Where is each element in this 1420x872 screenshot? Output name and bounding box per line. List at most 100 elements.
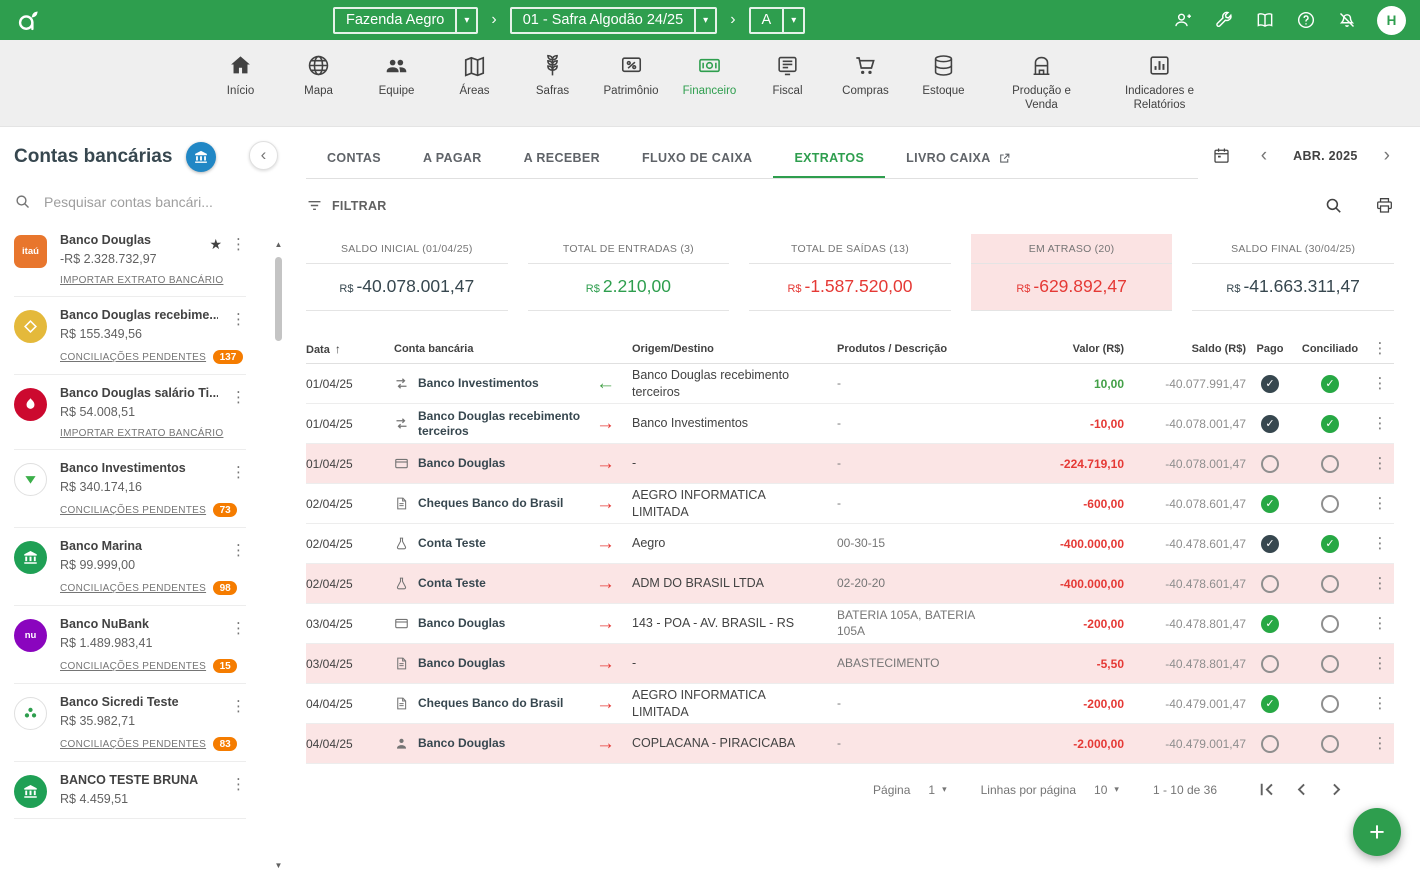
tab-fluxo-de-caixa[interactable]: FLUXO DE CAIXA xyxy=(621,140,773,178)
scroll-up-icon[interactable]: ▲ xyxy=(275,241,283,249)
account-action-link[interactable]: CONCILIAÇÕES PENDENTES83 xyxy=(60,737,218,751)
nav-item-fiscal[interactable]: Fiscal xyxy=(760,53,814,126)
nav-item-patrimonio[interactable]: Patrimônio xyxy=(604,53,659,126)
account-list-item[interactable]: BANCO TESTE BRUNAR$ 4.459,51⋮ xyxy=(14,762,246,819)
paid-checkbox[interactable]: ✓ xyxy=(1261,695,1279,713)
prev-month-icon[interactable]: ‹ xyxy=(1257,146,1271,165)
transaction-row[interactable]: 04/04/25Banco Douglas→COPLACANA - PIRACI… xyxy=(306,724,1394,764)
account-list-item[interactable]: Banco MarinaR$ 99.999,00CONCILIAÇÕES PEN… xyxy=(14,528,246,606)
tab-extratos[interactable]: EXTRATOS xyxy=(773,140,885,178)
nav-item-estoque[interactable]: Estoque xyxy=(916,53,970,126)
header-menu-icon[interactable]: ⋮ xyxy=(1373,340,1388,357)
reconciled-checkbox[interactable] xyxy=(1321,655,1339,673)
tab-contas[interactable]: CONTAS xyxy=(306,140,402,178)
account-menu-icon[interactable]: ⋮ xyxy=(231,698,246,716)
paid-checkbox[interactable] xyxy=(1261,655,1279,673)
wrench-icon[interactable] xyxy=(1214,10,1234,30)
row-menu-icon[interactable]: ⋮ xyxy=(1373,615,1388,632)
row-menu-icon[interactable]: ⋮ xyxy=(1373,415,1388,432)
col-conciliado[interactable]: Conciliado xyxy=(1294,343,1366,355)
rows-per-page-select[interactable]: 10▾ xyxy=(1094,783,1119,797)
reconciled-checkbox[interactable] xyxy=(1321,495,1339,513)
row-menu-icon[interactable]: ⋮ xyxy=(1373,455,1388,472)
col-saldo[interactable]: Saldo (R$) xyxy=(1124,343,1246,355)
transaction-row[interactable]: 02/04/25Cheques Banco do Brasil→AEGRO IN… xyxy=(306,484,1394,524)
field-selector[interactable]: A ▾ xyxy=(749,7,806,34)
row-menu-icon[interactable]: ⋮ xyxy=(1373,575,1388,592)
transaction-row[interactable]: 02/04/25Conta Teste→Aegro00-30-15-400.00… xyxy=(306,524,1394,564)
notifications-off-icon[interactable] xyxy=(1337,10,1357,30)
account-menu-icon[interactable]: ⋮ xyxy=(231,464,246,482)
transaction-row[interactable]: 02/04/25Conta Teste→ADM DO BRASIL LTDA02… xyxy=(306,564,1394,604)
account-action-link[interactable]: CONCILIAÇÕES PENDENTES98 xyxy=(60,581,218,595)
account-menu-icon[interactable]: ⋮ xyxy=(231,620,246,638)
reconciled-checkbox[interactable] xyxy=(1321,575,1339,593)
account-menu-icon[interactable]: ⋮ xyxy=(231,542,246,560)
scroll-down-icon[interactable]: ▼ xyxy=(275,862,283,870)
filter-button[interactable]: FILTRAR xyxy=(306,197,387,214)
col-valor[interactable]: Valor (R$) xyxy=(1012,343,1124,355)
reconciled-checkbox[interactable]: ✓ xyxy=(1321,375,1339,393)
account-action-link[interactable]: IMPORTAR EXTRATO BANCÁRIO xyxy=(60,275,196,286)
reconciled-checkbox[interactable] xyxy=(1321,615,1339,633)
row-menu-icon[interactable]: ⋮ xyxy=(1373,535,1388,552)
col-data[interactable]: Data↑ xyxy=(306,342,394,356)
paid-checkbox[interactable]: ✓ xyxy=(1261,375,1279,393)
chevron-down-icon[interactable]: ▾ xyxy=(455,9,476,32)
row-menu-icon[interactable]: ⋮ xyxy=(1373,375,1388,392)
transaction-row[interactable]: 03/04/25Banco Douglas→143 - POA - AV. BR… xyxy=(306,604,1394,644)
row-menu-icon[interactable]: ⋮ xyxy=(1373,735,1388,752)
row-menu-icon[interactable]: ⋮ xyxy=(1373,655,1388,672)
tab-livro-caixa[interactable]: LIVRO CAIXA xyxy=(885,140,1031,178)
col-origem-destino[interactable]: Origem/Destino xyxy=(632,343,837,355)
paid-checkbox[interactable] xyxy=(1261,735,1279,753)
print-icon[interactable] xyxy=(1375,196,1394,215)
sidebar-scrollbar[interactable]: ▲ ▼ xyxy=(272,241,285,870)
account-list-item[interactable]: nuBanco NuBankR$ 1.489.983,41CONCILIAÇÕE… xyxy=(14,606,246,684)
paid-checkbox[interactable]: ✓ xyxy=(1261,615,1279,633)
add-bank-account-button[interactable] xyxy=(186,142,216,172)
transaction-row[interactable]: 04/04/25Cheques Banco do Brasil→AEGRO IN… xyxy=(306,684,1394,724)
account-menu-icon[interactable]: ⋮ xyxy=(231,389,246,407)
nav-item-producao-e-venda[interactable]: Produção e Venda xyxy=(994,53,1088,126)
paid-checkbox[interactable]: ✓ xyxy=(1261,535,1279,553)
account-menu-icon[interactable]: ⋮ xyxy=(231,236,246,254)
support-icon[interactable] xyxy=(1173,10,1193,30)
col-conta-bancaria[interactable]: Conta bancária xyxy=(394,343,594,355)
reconciled-checkbox[interactable] xyxy=(1321,455,1339,473)
calendar-icon[interactable] xyxy=(1212,146,1231,165)
user-avatar[interactable]: H xyxy=(1377,6,1406,35)
tab-a-pagar[interactable]: A PAGAR xyxy=(402,140,503,178)
help-icon[interactable] xyxy=(1296,10,1316,30)
account-action-link[interactable]: CONCILIAÇÕES PENDENTES15 xyxy=(60,659,218,673)
nav-item-financeiro[interactable]: Financeiro xyxy=(682,53,736,126)
scrollbar-thumb[interactable] xyxy=(275,257,282,341)
first-page-icon[interactable] xyxy=(1255,778,1278,801)
transaction-row[interactable]: 01/04/25Banco Douglas recebimento tercei… xyxy=(306,404,1394,444)
season-selector[interactable]: 01 - Safra Algodão 24/25 ▾ xyxy=(510,7,717,34)
account-menu-icon[interactable]: ⋮ xyxy=(231,776,246,794)
account-action-link[interactable]: IMPORTAR EXTRATO BANCÁRIO xyxy=(60,428,218,439)
row-menu-icon[interactable]: ⋮ xyxy=(1373,495,1388,512)
col-pago[interactable]: Pago xyxy=(1246,343,1294,355)
reconciled-checkbox[interactable]: ✓ xyxy=(1321,535,1339,553)
reconciled-checkbox[interactable] xyxy=(1321,695,1339,713)
collapse-sidebar-button[interactable]: ‹ xyxy=(249,141,278,170)
account-action-link[interactable]: CONCILIAÇÕES PENDENTES137 xyxy=(60,350,218,364)
reconciled-checkbox[interactable]: ✓ xyxy=(1321,415,1339,433)
paid-checkbox[interactable]: ✓ xyxy=(1261,415,1279,433)
search-table-icon[interactable] xyxy=(1324,196,1343,215)
col-produtos-descricao[interactable]: Produtos / Descrição xyxy=(837,343,1012,355)
paid-checkbox[interactable] xyxy=(1261,575,1279,593)
account-search-input[interactable] xyxy=(44,194,274,210)
nav-item-mapa[interactable]: Mapa xyxy=(292,53,346,126)
paid-checkbox[interactable]: ✓ xyxy=(1261,495,1279,513)
nav-item-compras[interactable]: Compras xyxy=(838,53,892,126)
favorite-star-icon[interactable]: ★ xyxy=(209,236,222,253)
account-action-link[interactable]: CONCILIAÇÕES PENDENTES73 xyxy=(60,503,218,517)
account-menu-icon[interactable]: ⋮ xyxy=(231,311,246,329)
nav-item-equipe[interactable]: Equipe xyxy=(370,53,424,126)
chevron-down-icon[interactable]: ▾ xyxy=(782,9,803,32)
account-list-item[interactable]: Banco Sicredi TesteR$ 35.982,71CONCILIAÇ… xyxy=(14,684,246,762)
transaction-row[interactable]: 01/04/25Banco Investimentos←Banco Dougla… xyxy=(306,364,1394,404)
